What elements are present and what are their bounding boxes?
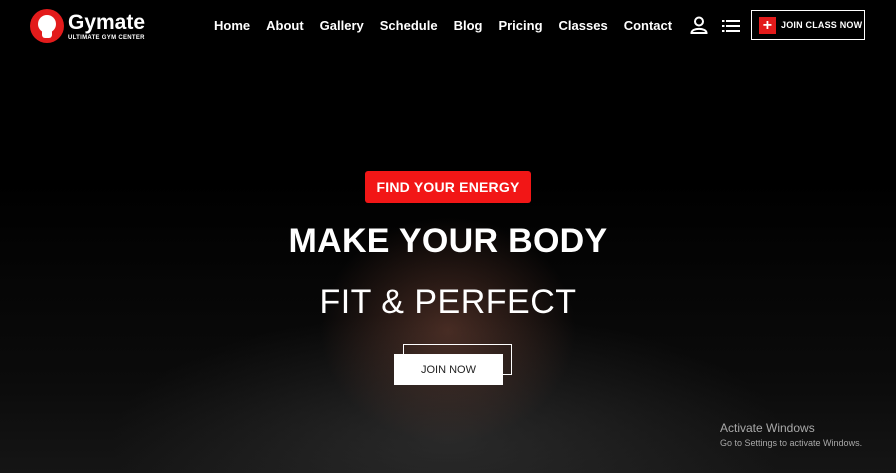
nav-contact[interactable]: Contact bbox=[624, 18, 672, 33]
logo-name: Gymate bbox=[68, 10, 146, 34]
logo[interactable]: Gymate ULTIMATE GYM CENTER bbox=[30, 9, 145, 43]
nav-classes[interactable]: Classes bbox=[559, 18, 608, 33]
logo-icon bbox=[30, 9, 64, 43]
watermark-line1: Activate Windows bbox=[720, 421, 815, 435]
plus-icon: + bbox=[759, 16, 776, 34]
join-class-button[interactable]: + JOIN CLASS NOW bbox=[751, 10, 865, 40]
list-menu-icon[interactable] bbox=[722, 19, 740, 33]
windows-activation-watermark: Activate Windows Go to Settings to activ… bbox=[720, 421, 862, 448]
nav-pricing[interactable]: Pricing bbox=[498, 18, 542, 33]
hero-title: MAKE YOUR BODY bbox=[288, 222, 608, 260]
user-icon[interactable] bbox=[690, 16, 708, 34]
join-now-button[interactable]: JOIN NOW bbox=[394, 354, 503, 385]
nav-about[interactable]: About bbox=[266, 18, 304, 33]
logo-tagline: ULTIMATE GYM CENTER bbox=[68, 34, 145, 41]
nav-home[interactable]: Home bbox=[214, 18, 250, 33]
hero-badge: FIND YOUR ENERGY bbox=[365, 171, 531, 203]
watermark-line2: Go to Settings to activate Windows. bbox=[720, 438, 863, 448]
nav-gallery[interactable]: Gallery bbox=[320, 18, 364, 33]
main-nav: Home About Gallery Schedule Blog Pricing… bbox=[206, 18, 680, 33]
join-class-label: JOIN CLASS NOW bbox=[781, 20, 863, 30]
nav-blog[interactable]: Blog bbox=[454, 18, 483, 33]
nav-schedule[interactable]: Schedule bbox=[380, 18, 438, 33]
hero-subtitle: FIT & PERFECT bbox=[319, 283, 577, 321]
